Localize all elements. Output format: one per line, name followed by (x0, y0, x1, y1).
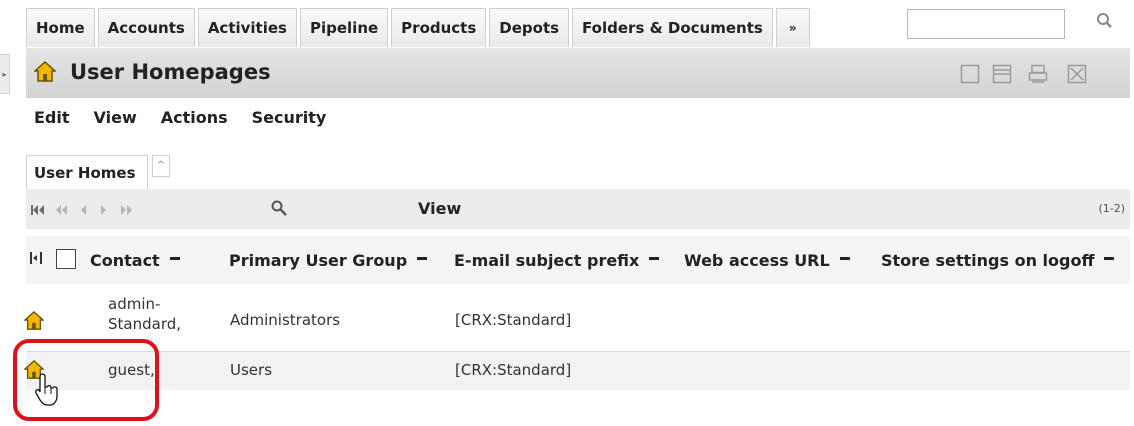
sort-toggle-icon[interactable] (417, 257, 428, 260)
close-icon[interactable] (1067, 64, 1087, 84)
menu-security[interactable]: Security (252, 108, 327, 127)
page-title: User Homepages (70, 60, 271, 84)
sort-toggle-icon[interactable] (839, 257, 850, 260)
collapse-tab-button[interactable]: ^ (152, 155, 170, 177)
mouse-pointer-icon (35, 372, 61, 408)
split-view-icon[interactable] (992, 64, 1012, 84)
nav-tab-accounts[interactable]: Accounts (97, 8, 195, 47)
primary-user-group-cell: Users (230, 361, 273, 379)
nav-tab-folders-documents[interactable]: Folders & Documents (572, 8, 773, 47)
menu-bar: Edit View Actions Security (34, 108, 350, 127)
nav-tab-activities[interactable]: Activities (197, 8, 297, 47)
table-row[interactable]: guest, Users [CRX:Standard] (23, 351, 1130, 390)
search-icon[interactable] (1095, 10, 1115, 34)
home-icon (33, 60, 57, 83)
pager-toolbar: View (1-2) (26, 189, 1130, 229)
contact-name-line2[interactable]: Standard, (108, 315, 181, 333)
contact-name-line1[interactable]: admin- (108, 295, 160, 313)
nav-tab-pipeline[interactable]: Pipeline (299, 8, 389, 47)
previous-page-icon[interactable] (77, 202, 91, 215)
last-page-icon[interactable] (119, 202, 133, 215)
first-page-icon[interactable] (31, 202, 45, 215)
sidebar-expand-toggle[interactable]: ▸ (0, 54, 10, 94)
nav-more-button[interactable]: » (775, 8, 810, 47)
sort-toggle-icon[interactable] (649, 257, 660, 260)
column-header-email-subject-prefix[interactable]: E-mail subject prefix (454, 251, 660, 270)
main-nav-tabs: Home Accounts Activities Pipeline Produc… (26, 8, 813, 48)
column-header-contact[interactable]: Contact (90, 251, 180, 270)
menu-edit[interactable]: Edit (34, 108, 70, 127)
home-icon[interactable] (23, 310, 45, 331)
next-page-icon[interactable] (96, 202, 110, 215)
menu-view[interactable]: View (94, 108, 137, 127)
print-icon[interactable] (1028, 64, 1048, 84)
select-all-checkbox[interactable] (56, 249, 76, 269)
tab-user-homes[interactable]: User Homes (26, 155, 148, 189)
view-selector[interactable]: View (418, 199, 461, 218)
column-header-primary-user-group[interactable]: Primary User Group (229, 251, 428, 270)
email-subject-prefix-cell: [CRX:Standard] (455, 311, 572, 329)
record-count: (1-2) (1098, 202, 1125, 215)
window-title-bar: User Homepages (26, 48, 1130, 98)
primary-user-group-cell: Administrators (230, 311, 341, 329)
menu-actions[interactable]: Actions (161, 108, 228, 127)
email-subject-prefix-cell: [CRX:Standard] (455, 361, 572, 379)
sort-toggle-icon[interactable] (1104, 257, 1115, 260)
nav-tab-products[interactable]: Products (391, 8, 487, 47)
nav-tab-depots[interactable]: Depots (489, 8, 570, 47)
nav-tab-home[interactable]: Home (26, 8, 95, 47)
column-header-web-access-url[interactable]: Web access URL (684, 251, 850, 270)
global-search-input[interactable] (907, 9, 1065, 39)
column-header-store-settings-on-logoff[interactable]: Store settings on logoff (881, 251, 1115, 270)
table-header: Contact Primary User Group E-mail subjec… (26, 236, 1130, 284)
sort-toggle-icon[interactable] (169, 257, 180, 260)
restore-window-icon[interactable] (960, 64, 980, 84)
previous-block-icon[interactable] (55, 202, 69, 215)
column-resize-icon[interactable] (30, 251, 42, 265)
table-row[interactable]: admin- Standard, Administrators [CRX:Sta… (23, 291, 1130, 351)
filter-search-icon[interactable] (270, 199, 288, 217)
